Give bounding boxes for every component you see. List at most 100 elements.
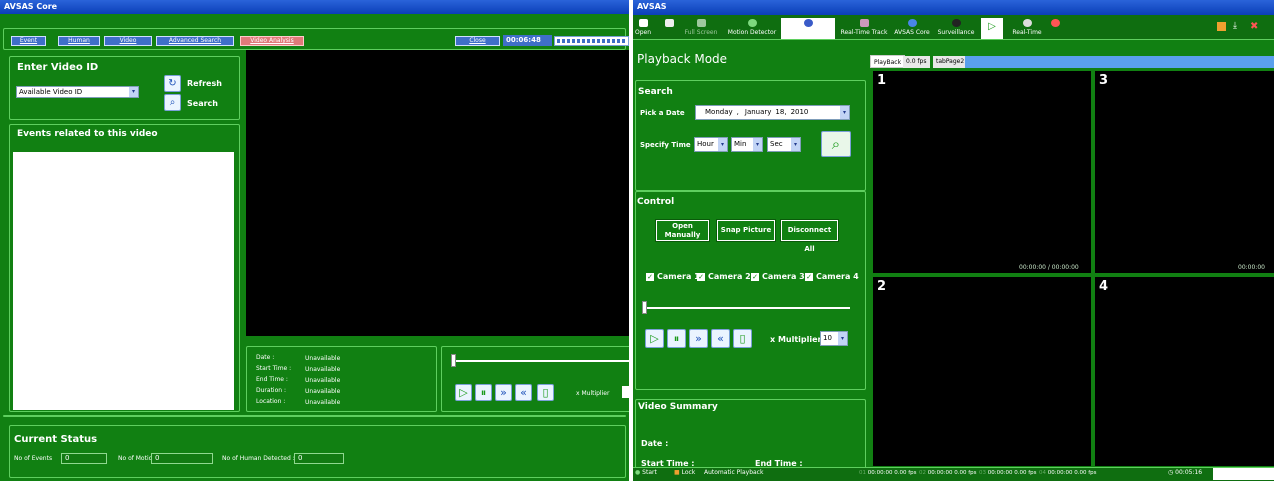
tab-fps[interactable]: 0.0 fps xyxy=(903,56,930,68)
seek-slider[interactable] xyxy=(642,301,647,314)
pause-icon[interactable]: ⏸ xyxy=(667,329,686,348)
rewind-icon[interactable]: « xyxy=(711,329,730,348)
camera-icon xyxy=(951,19,961,27)
events-count: 0 xyxy=(61,453,107,464)
globe-icon xyxy=(907,19,917,27)
help-button[interactable] xyxy=(1047,18,1063,39)
fast-forward-icon[interactable]: » xyxy=(689,329,708,348)
info-values: Unavailable Unavailable Unavailable Unav… xyxy=(305,353,340,408)
quadrant-1-number: 1 xyxy=(877,73,887,88)
seek-track xyxy=(643,307,850,309)
disconnect-all-button[interactable]: Disconnect All xyxy=(780,219,839,253)
snap-picture-button[interactable]: Snap Picture xyxy=(716,219,776,242)
check-icon: ✓ xyxy=(646,273,654,281)
search-icon[interactable]: ⌕ xyxy=(164,94,181,111)
search-button[interactable]: Search xyxy=(187,99,218,108)
multiplier-select[interactable] xyxy=(622,386,629,398)
full-screen-button[interactable]: Full Screen xyxy=(681,18,721,39)
duration-value: Unavailable xyxy=(305,388,341,395)
video-analysis-tab[interactable]: Video Analysis xyxy=(240,36,304,46)
camera-view-3[interactable] xyxy=(1095,71,1274,273)
clock-display: ◷ 00:05:16 xyxy=(1168,469,1203,476)
motion-detector-button[interactable]: Motion Detector xyxy=(725,18,779,39)
enter-video-heading: Enter Video ID xyxy=(17,62,99,73)
date-picker[interactable]: Monday, January 18, 2010 ▾ xyxy=(695,105,850,120)
hour-select[interactable]: Hour ▾ xyxy=(694,137,728,152)
current-status-panel xyxy=(9,425,626,478)
stop-icon[interactable]: ▯ xyxy=(733,329,752,348)
video-button[interactable]: Video xyxy=(104,36,152,46)
video-id-select[interactable]: Available Video ID ▾ xyxy=(16,86,139,98)
video-summary-heading: Video Summary xyxy=(638,402,718,412)
quadrant-3-timestamp: 00:00:00 xyxy=(1238,264,1265,271)
start-time-label: Start Time : xyxy=(256,365,292,372)
lock-button[interactable]: ■ Lock xyxy=(674,469,695,476)
search-go-icon[interactable]: ⌕ xyxy=(821,131,851,157)
human-count-label: No of Human Detected : xyxy=(222,455,295,462)
quadrant-2-number: 2 xyxy=(877,279,887,294)
quadrant-1-timestamp: 00:00:00 / 00:00:00 xyxy=(1019,264,1079,271)
avsas-window: AVSAS Open Full Screen Motion Detector R… xyxy=(633,0,1274,481)
surveillance-button[interactable]: Surveillance xyxy=(935,18,977,39)
quadrant-3-number: 3 xyxy=(1099,73,1109,88)
camera-view-2[interactable] xyxy=(873,277,1091,466)
multiplier-label: x Multiplier xyxy=(576,390,610,397)
close-icon[interactable]: ✖ xyxy=(1250,21,1258,32)
events-list[interactable] xyxy=(13,152,234,410)
motion-detector-icon xyxy=(747,19,757,27)
current-status-heading: Current Status xyxy=(14,434,98,445)
chevron-down-icon: ▾ xyxy=(718,138,727,151)
event-button[interactable]: Event xyxy=(11,36,46,46)
seek-track xyxy=(452,360,629,362)
refresh-icon[interactable]: ↻ xyxy=(164,75,181,92)
motions-count: 0 xyxy=(151,453,213,464)
real-time-track-button[interactable]: Real-Time Track xyxy=(838,18,890,39)
camera-view-1[interactable] xyxy=(873,71,1091,273)
camera-view-4[interactable] xyxy=(1095,277,1274,466)
sec-select[interactable]: Sec ▾ xyxy=(767,137,801,152)
human-count: 0 xyxy=(294,453,344,464)
tool-button[interactable] xyxy=(659,18,679,39)
advanced-search-button[interactable]: Advanced Search xyxy=(156,36,234,46)
stop-icon[interactable]: ▯ xyxy=(537,384,554,401)
date-label: Date : xyxy=(256,354,275,361)
avsas-core-button[interactable]: AVSAS Core xyxy=(891,18,933,39)
tab-playback[interactable]: PlayBack xyxy=(870,55,906,68)
seek-slider[interactable] xyxy=(451,354,456,367)
camera-2-checkbox[interactable]: ✓ Camera 2 xyxy=(697,272,751,281)
camera-4-checkbox[interactable]: ✓ Camera 4 xyxy=(805,272,859,281)
tab-page2[interactable]: tabPage2 xyxy=(933,56,968,68)
camera-3-checkbox[interactable]: ✓ Camera 3 xyxy=(751,272,805,281)
rewind-icon[interactable]: « xyxy=(515,384,532,401)
close-button[interactable]: Close xyxy=(455,36,500,46)
pause-icon[interactable]: ⏸ xyxy=(475,384,492,401)
fast-forward-icon[interactable]: » xyxy=(495,384,512,401)
chevron-down-icon: ▾ xyxy=(791,138,800,151)
open-icon xyxy=(638,19,648,27)
user-button[interactable] xyxy=(781,18,835,39)
open-manually-button[interactable]: Open Manually xyxy=(655,219,710,242)
download-icon[interactable]: ⤓ xyxy=(1233,21,1237,31)
check-icon: ✓ xyxy=(697,273,705,281)
camera-1-checkbox[interactable]: ✓ Camera 1 xyxy=(646,272,700,281)
location-label: Location : xyxy=(256,398,286,405)
play-icon[interactable]: ▷ xyxy=(455,384,472,401)
chevron-down-icon: ▾ xyxy=(840,106,849,119)
check-icon: ✓ xyxy=(751,273,759,281)
multiplier-select[interactable]: 10 ▾ xyxy=(820,331,848,346)
camera-status-4: 04 00:00:00 0.00 fps xyxy=(1039,470,1097,476)
open-button[interactable]: Open xyxy=(635,18,651,39)
human-button[interactable]: Human xyxy=(58,36,100,46)
date-value: Unavailable xyxy=(305,355,341,362)
minimize-icon[interactable] xyxy=(1217,22,1226,31)
refresh-button[interactable]: Refresh xyxy=(187,79,222,88)
status-field xyxy=(1213,468,1274,480)
track-icon xyxy=(859,19,869,27)
help-icon xyxy=(1050,19,1060,27)
check-icon: ✓ xyxy=(805,273,813,281)
play-tool-button[interactable]: ▷ xyxy=(981,18,1003,39)
start-button[interactable]: ● Start xyxy=(635,469,657,476)
play-icon[interactable]: ▷ xyxy=(645,329,664,348)
min-select[interactable]: Min ▾ xyxy=(731,137,763,152)
real-time-button[interactable]: Real-Time xyxy=(1010,18,1044,39)
